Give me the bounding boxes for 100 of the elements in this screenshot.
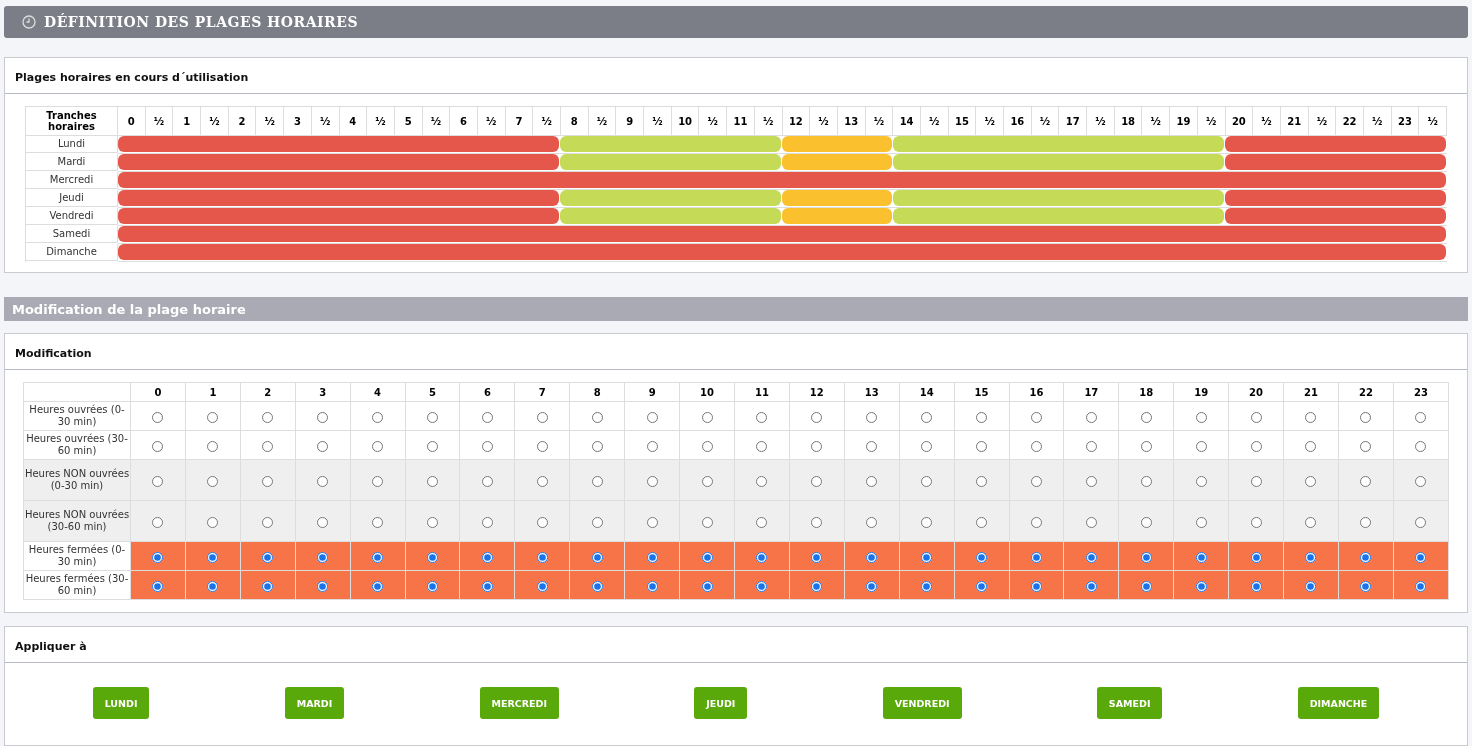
radio-button[interactable] (262, 580, 274, 592)
radio-button[interactable] (207, 475, 219, 487)
radio-button[interactable] (1085, 516, 1097, 528)
radio-button[interactable] (317, 411, 329, 423)
radio-button[interactable] (811, 475, 823, 487)
radio-button[interactable] (1305, 580, 1317, 592)
radio-button[interactable] (921, 551, 933, 563)
radio-button[interactable] (536, 516, 548, 528)
radio-button[interactable] (207, 551, 219, 563)
radio-button[interactable] (1140, 580, 1152, 592)
radio-button[interactable] (317, 475, 329, 487)
radio-button[interactable] (591, 551, 603, 563)
radio-button[interactable] (1140, 475, 1152, 487)
radio-button[interactable] (1415, 440, 1427, 452)
radio-button[interactable] (976, 411, 988, 423)
radio-button[interactable] (701, 551, 713, 563)
radio-button[interactable] (921, 475, 933, 487)
radio-button[interactable] (536, 411, 548, 423)
radio-button[interactable] (262, 551, 274, 563)
radio-button[interactable] (1195, 475, 1207, 487)
radio-button[interactable] (811, 551, 823, 563)
radio-button[interactable] (1415, 516, 1427, 528)
radio-button[interactable] (207, 516, 219, 528)
radio-button[interactable] (427, 551, 438, 563)
day-button[interactable]: SAMEDI (1096, 687, 1163, 719)
radio-button[interactable] (152, 516, 164, 528)
radio-button[interactable] (1140, 411, 1152, 423)
radio-button[interactable] (1195, 580, 1207, 592)
radio-button[interactable] (1305, 516, 1317, 528)
radio-button[interactable] (646, 475, 658, 487)
radio-button[interactable] (811, 580, 823, 592)
radio-button[interactable] (646, 516, 658, 528)
radio-button[interactable] (1415, 475, 1427, 487)
radio-button[interactable] (701, 440, 713, 452)
radio-button[interactable] (262, 411, 274, 423)
day-button[interactable]: VENDREDI (882, 687, 962, 719)
radio-button[interactable] (646, 440, 658, 452)
radio-button[interactable] (1085, 551, 1097, 563)
radio-button[interactable] (1085, 440, 1097, 452)
radio-button[interactable] (1085, 580, 1097, 592)
radio-button[interactable] (1030, 475, 1042, 487)
radio-button[interactable] (866, 580, 878, 592)
radio-button[interactable] (481, 475, 493, 487)
radio-button[interactable] (372, 475, 384, 487)
radio-button[interactable] (811, 516, 823, 528)
radio-button[interactable] (646, 580, 658, 592)
radio-button[interactable] (591, 475, 603, 487)
radio-button[interactable] (591, 440, 603, 452)
radio-button[interactable] (152, 580, 164, 592)
radio-button[interactable] (372, 440, 384, 452)
radio-button[interactable] (1305, 551, 1317, 563)
radio-button[interactable] (811, 411, 823, 423)
radio-button[interactable] (1195, 516, 1207, 528)
radio-button[interactable] (152, 440, 164, 452)
day-button[interactable]: MARDI (284, 687, 345, 719)
radio-button[interactable] (262, 475, 274, 487)
radio-button[interactable] (481, 411, 493, 423)
radio-button[interactable] (756, 440, 768, 452)
day-button[interactable]: MERCREDI (479, 687, 559, 719)
radio-button[interactable] (427, 516, 438, 528)
radio-button[interactable] (481, 516, 493, 528)
radio-button[interactable] (1305, 411, 1317, 423)
radio-button[interactable] (756, 411, 768, 423)
radio-button[interactable] (756, 475, 768, 487)
radio-button[interactable] (921, 580, 933, 592)
radio-button[interactable] (591, 411, 603, 423)
radio-button[interactable] (1415, 551, 1427, 563)
radio-button[interactable] (1360, 580, 1372, 592)
radio-button[interactable] (976, 580, 988, 592)
radio-button[interactable] (756, 516, 768, 528)
radio-button[interactable] (207, 580, 219, 592)
radio-button[interactable] (976, 551, 988, 563)
radio-button[interactable] (481, 580, 493, 592)
radio-button[interactable] (317, 440, 329, 452)
radio-button[interactable] (427, 440, 438, 452)
radio-button[interactable] (701, 516, 713, 528)
radio-button[interactable] (866, 551, 878, 563)
radio-button[interactable] (536, 440, 548, 452)
radio-button[interactable] (1415, 411, 1427, 423)
radio-button[interactable] (1030, 411, 1042, 423)
radio-button[interactable] (701, 411, 713, 423)
radio-button[interactable] (1030, 516, 1042, 528)
radio-button[interactable] (207, 440, 219, 452)
day-button[interactable]: DIMANCHE (1297, 687, 1380, 719)
radio-button[interactable] (1195, 551, 1207, 563)
day-button[interactable]: LUNDI (92, 687, 150, 719)
radio-button[interactable] (317, 580, 329, 592)
radio-button[interactable] (866, 516, 878, 528)
radio-button[interactable] (591, 580, 603, 592)
radio-button[interactable] (1250, 551, 1262, 563)
radio-button[interactable] (372, 411, 384, 423)
radio-button[interactable] (1305, 475, 1317, 487)
radio-button[interactable] (207, 411, 219, 423)
radio-button[interactable] (1140, 551, 1152, 563)
radio-button[interactable] (1250, 580, 1262, 592)
radio-button[interactable] (811, 440, 823, 452)
radio-button[interactable] (262, 516, 274, 528)
radio-button[interactable] (866, 411, 878, 423)
radio-button[interactable] (1140, 440, 1152, 452)
radio-button[interactable] (152, 411, 164, 423)
